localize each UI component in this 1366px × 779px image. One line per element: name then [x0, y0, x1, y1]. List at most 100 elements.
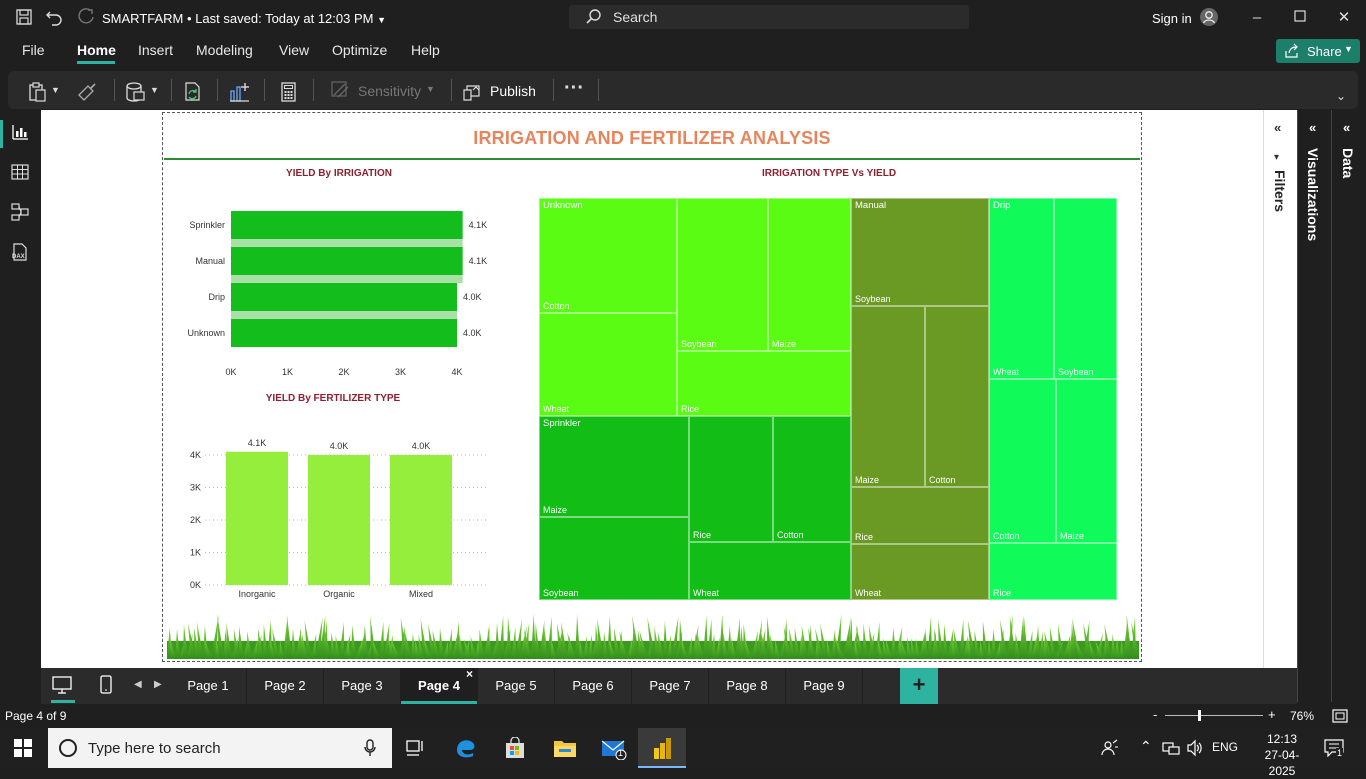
next-page-icon[interactable]: ▶ — [154, 679, 162, 690]
volume-icon[interactable] — [1186, 739, 1204, 762]
clock[interactable]: 12:13 27-04-2025 — [1252, 731, 1312, 779]
zoom-slider-thumb[interactable] — [1198, 710, 1201, 721]
windows-start-icon[interactable] — [14, 739, 32, 762]
page-tab-page-7[interactable]: Page 7 — [632, 668, 709, 704]
input-language[interactable]: ENG — [1212, 740, 1238, 754]
yield-by-irrigation-bar-chart[interactable]: 0K 1K 2K 3K 4K Sprinkler 4.1K Manual 4.1K Drip 4.0… — [171, 191, 501, 381]
get-data-dropdown-icon[interactable]: ▼ — [150, 85, 159, 95]
treemap-group-sprinkler[interactable]: Maize Rice Cotton Soybean Wheat Sprinkler — [539, 416, 851, 600]
treemap-cell-unknown-maize[interactable]: Maize — [768, 198, 851, 351]
menu-view[interactable]: View — [279, 42, 309, 58]
collapse-data-icon[interactable]: « — [1343, 120, 1350, 135]
treemap-cell-manual-rice[interactable]: Rice — [851, 487, 989, 544]
zoom-out-button[interactable]: - — [1153, 707, 1157, 722]
dax-query-view-icon[interactable]: DAX — [10, 242, 32, 262]
treemap-cell-drip-cotton[interactable]: Cotton — [989, 379, 1056, 543]
page-tab-page-1[interactable]: Page 1 — [170, 668, 247, 704]
taskbar-search-input[interactable]: Type here to search — [48, 728, 392, 768]
close-button[interactable]: ✕ — [1332, 6, 1356, 30]
filters-pane[interactable]: « ▾ Filters — [1263, 110, 1297, 668]
bar-drip[interactable] — [231, 283, 457, 311]
save-icon[interactable] — [14, 8, 34, 28]
fit-to-page-icon[interactable] — [1332, 709, 1348, 728]
treemap-cell-manual-maize[interactable]: Maize — [851, 306, 925, 487]
treemap-cell-sprinkler-maize[interactable]: Maize — [539, 416, 689, 517]
page-tab-page-5[interactable]: Page 5 — [478, 668, 555, 704]
treemap-cell-unknown-rice[interactable]: Rice — [677, 351, 851, 416]
treemap-cell-manual-soybean[interactable]: Soybean — [851, 198, 989, 306]
bar-unknown[interactable] — [231, 319, 457, 347]
menu-home[interactable]: Home — [77, 42, 116, 58]
new-visual-icon[interactable] — [229, 81, 251, 102]
power-bi-app-icon[interactable] — [638, 728, 686, 768]
treemap-cell-drip-soybean[interactable]: Soybean — [1054, 198, 1117, 379]
add-page-button[interactable]: + — [900, 668, 938, 704]
sign-in-link[interactable]: Sign in — [1152, 11, 1192, 26]
page-tab-page-4[interactable]: Page 4 × — [401, 667, 478, 704]
zoom-in-button[interactable]: + — [1268, 707, 1276, 722]
model-view-icon[interactable] — [10, 202, 32, 222]
search-input[interactable]: Search — [569, 5, 969, 29]
paste-icon[interactable] — [28, 81, 50, 102]
calculator-icon[interactable] — [278, 81, 300, 102]
visualizations-pane[interactable]: « Visualizations — [1297, 110, 1331, 702]
bar-sprinkler[interactable] — [231, 211, 463, 239]
treemap-cell-drip-wheat[interactable]: Wheat — [989, 198, 1054, 379]
treemap-cell-unknown-wheat[interactable]: Wheat — [539, 313, 677, 416]
more-options-button[interactable]: ··· — [564, 77, 584, 100]
page-tab-page-9[interactable]: Page 9 — [786, 668, 863, 704]
bar-organic[interactable] — [308, 455, 370, 585]
publish-button[interactable]: Publish — [460, 80, 542, 102]
irrigation-vs-yield-treemap[interactable]: Cotton Soybean Maize Wheat Rice Unknown Maize R… — [539, 198, 1117, 600]
treemap-cell-sprinkler-cotton[interactable]: Cotton — [773, 416, 851, 542]
table-view-icon[interactable] — [10, 162, 32, 182]
bar-manual[interactable] — [231, 247, 463, 275]
treemap-group-manual[interactable]: Soybean Maize Cotton Rice Wheat Manual — [851, 198, 989, 600]
minimize-button[interactable]: – — [1245, 6, 1269, 30]
treemap-cell-manual-cotton[interactable]: Cotton — [925, 306, 989, 487]
report-view-icon[interactable] — [10, 122, 32, 142]
file-explorer-icon[interactable] — [540, 728, 588, 768]
people-icon[interactable] — [1101, 739, 1119, 762]
menu-file[interactable]: File — [22, 42, 45, 58]
menu-optimize[interactable]: Optimize — [332, 42, 387, 58]
prev-page-icon[interactable]: ◀ — [134, 679, 142, 690]
title-dropdown-icon[interactable]: ▼ — [377, 15, 386, 25]
data-pane[interactable]: « Data — [1331, 110, 1366, 702]
page-tab-page-3[interactable]: Page 3 — [324, 668, 401, 704]
menu-help[interactable]: Help — [411, 42, 440, 58]
undo-icon[interactable] — [44, 8, 64, 28]
get-data-icon[interactable] — [125, 81, 147, 102]
treemap-cell-unknown-soybean[interactable]: Soybean — [677, 198, 768, 351]
ribbon-collapse-chevron-icon[interactable]: ⌄ — [1336, 89, 1346, 103]
mobile-layout-icon[interactable] — [99, 674, 115, 698]
mail-icon[interactable]: 1 — [590, 728, 638, 768]
treemap-cell-sprinkler-soybean[interactable]: Soybean — [539, 517, 689, 600]
treemap-group-unknown[interactable]: Cotton Soybean Maize Wheat Rice Unknown — [539, 198, 851, 416]
microphone-icon[interactable] — [364, 739, 376, 762]
desktop-layout-icon[interactable] — [51, 674, 75, 698]
zoom-slider-track[interactable] — [1165, 715, 1263, 716]
treemap-cell-manual-wheat[interactable]: Wheat — [851, 544, 989, 600]
page-tab-page-8[interactable]: Page 8 — [709, 668, 786, 704]
page-tab-page-2[interactable]: Page 2 — [247, 668, 324, 704]
menu-modeling[interactable]: Modeling — [196, 42, 253, 58]
network-icon[interactable] — [1162, 740, 1180, 761]
paste-dropdown-icon[interactable]: ▼ — [51, 85, 60, 95]
edge-browser-icon[interactable] — [442, 728, 490, 768]
tray-overflow-chevron-icon[interactable]: ⌃ — [1140, 738, 1152, 755]
collapse-filters-icon[interactable]: « — [1274, 120, 1281, 135]
refresh-icon[interactable] — [182, 81, 204, 101]
share-button[interactable]: Share ▼ — [1276, 39, 1360, 63]
redo-icon[interactable] — [76, 8, 96, 28]
treemap-cell-sprinkler-wheat[interactable]: Wheat — [689, 542, 851, 600]
task-view-icon[interactable] — [392, 728, 440, 768]
treemap-cell-unknown-cotton[interactable]: Cotton — [539, 198, 677, 313]
bar-mixed[interactable] — [390, 455, 452, 585]
treemap-cell-drip-maize[interactable]: Maize — [1056, 379, 1117, 543]
account-icon[interactable] — [1199, 7, 1219, 32]
maximize-button[interactable] — [1288, 6, 1312, 30]
treemap-cell-drip-rice[interactable]: Rice — [989, 543, 1117, 600]
close-page-icon[interactable]: × — [466, 656, 473, 692]
collapse-visualizations-icon[interactable]: « — [1309, 120, 1316, 135]
